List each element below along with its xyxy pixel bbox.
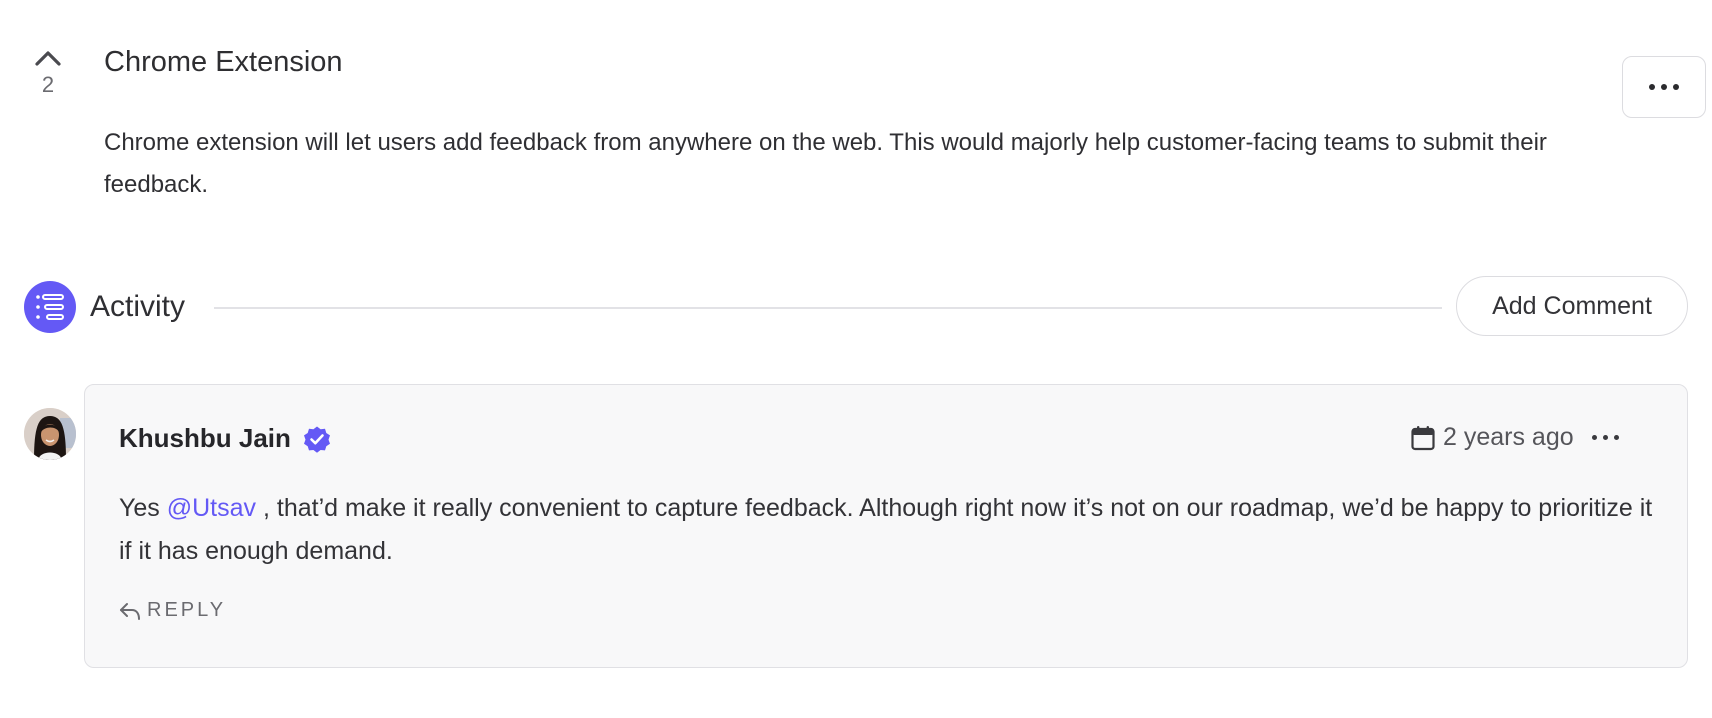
- activity-title: Activity: [90, 290, 186, 323]
- post-title: Chrome Extension: [104, 46, 343, 78]
- user-mention[interactable]: @Utsav: [167, 494, 256, 522]
- activity-divider: [214, 307, 1442, 309]
- post-description: Chrome extension will let users add feed…: [104, 129, 1547, 198]
- timestamp-text: 2 years ago: [1443, 423, 1574, 451]
- feedback-post: 2 Chrome Extension Chrome extension will…: [24, 36, 1706, 216]
- reply-button[interactable]: REPLY: [119, 599, 226, 622]
- comment-more-button[interactable]: [1589, 435, 1622, 440]
- chevron-up-icon: [35, 51, 61, 66]
- comment-timestamp: 2 years ago: [1411, 423, 1574, 452]
- list-icon: [24, 281, 76, 333]
- reply-label: REPLY: [147, 599, 227, 621]
- verified-badge-icon: [301, 423, 333, 460]
- post-more-button[interactable]: [1622, 56, 1706, 118]
- activity-header: Activity Add Comment: [24, 276, 1688, 338]
- more-horizontal-icon: [1649, 84, 1655, 90]
- more-horizontal-icon: [1592, 435, 1597, 440]
- comment-author[interactable]: Khushbu Jain: [119, 423, 291, 454]
- calendar-icon: [1411, 425, 1435, 450]
- avatar[interactable]: [24, 408, 76, 460]
- comment-card: Khushbu Jain 2 years ago Yes @Utsav , th…: [84, 384, 1688, 668]
- add-comment-button[interactable]: Add Comment: [1456, 276, 1688, 336]
- vote-count: 2: [41, 72, 55, 97]
- comment-text-start: Yes: [119, 494, 167, 522]
- comment-body: Yes @Utsav , that’d make it really conve…: [119, 487, 1659, 573]
- reply-arrow-icon: [120, 602, 140, 620]
- upvote-button[interactable]: 2: [24, 36, 72, 98]
- comment-text-rest: , that’d make it really convenient to ca…: [119, 494, 1653, 565]
